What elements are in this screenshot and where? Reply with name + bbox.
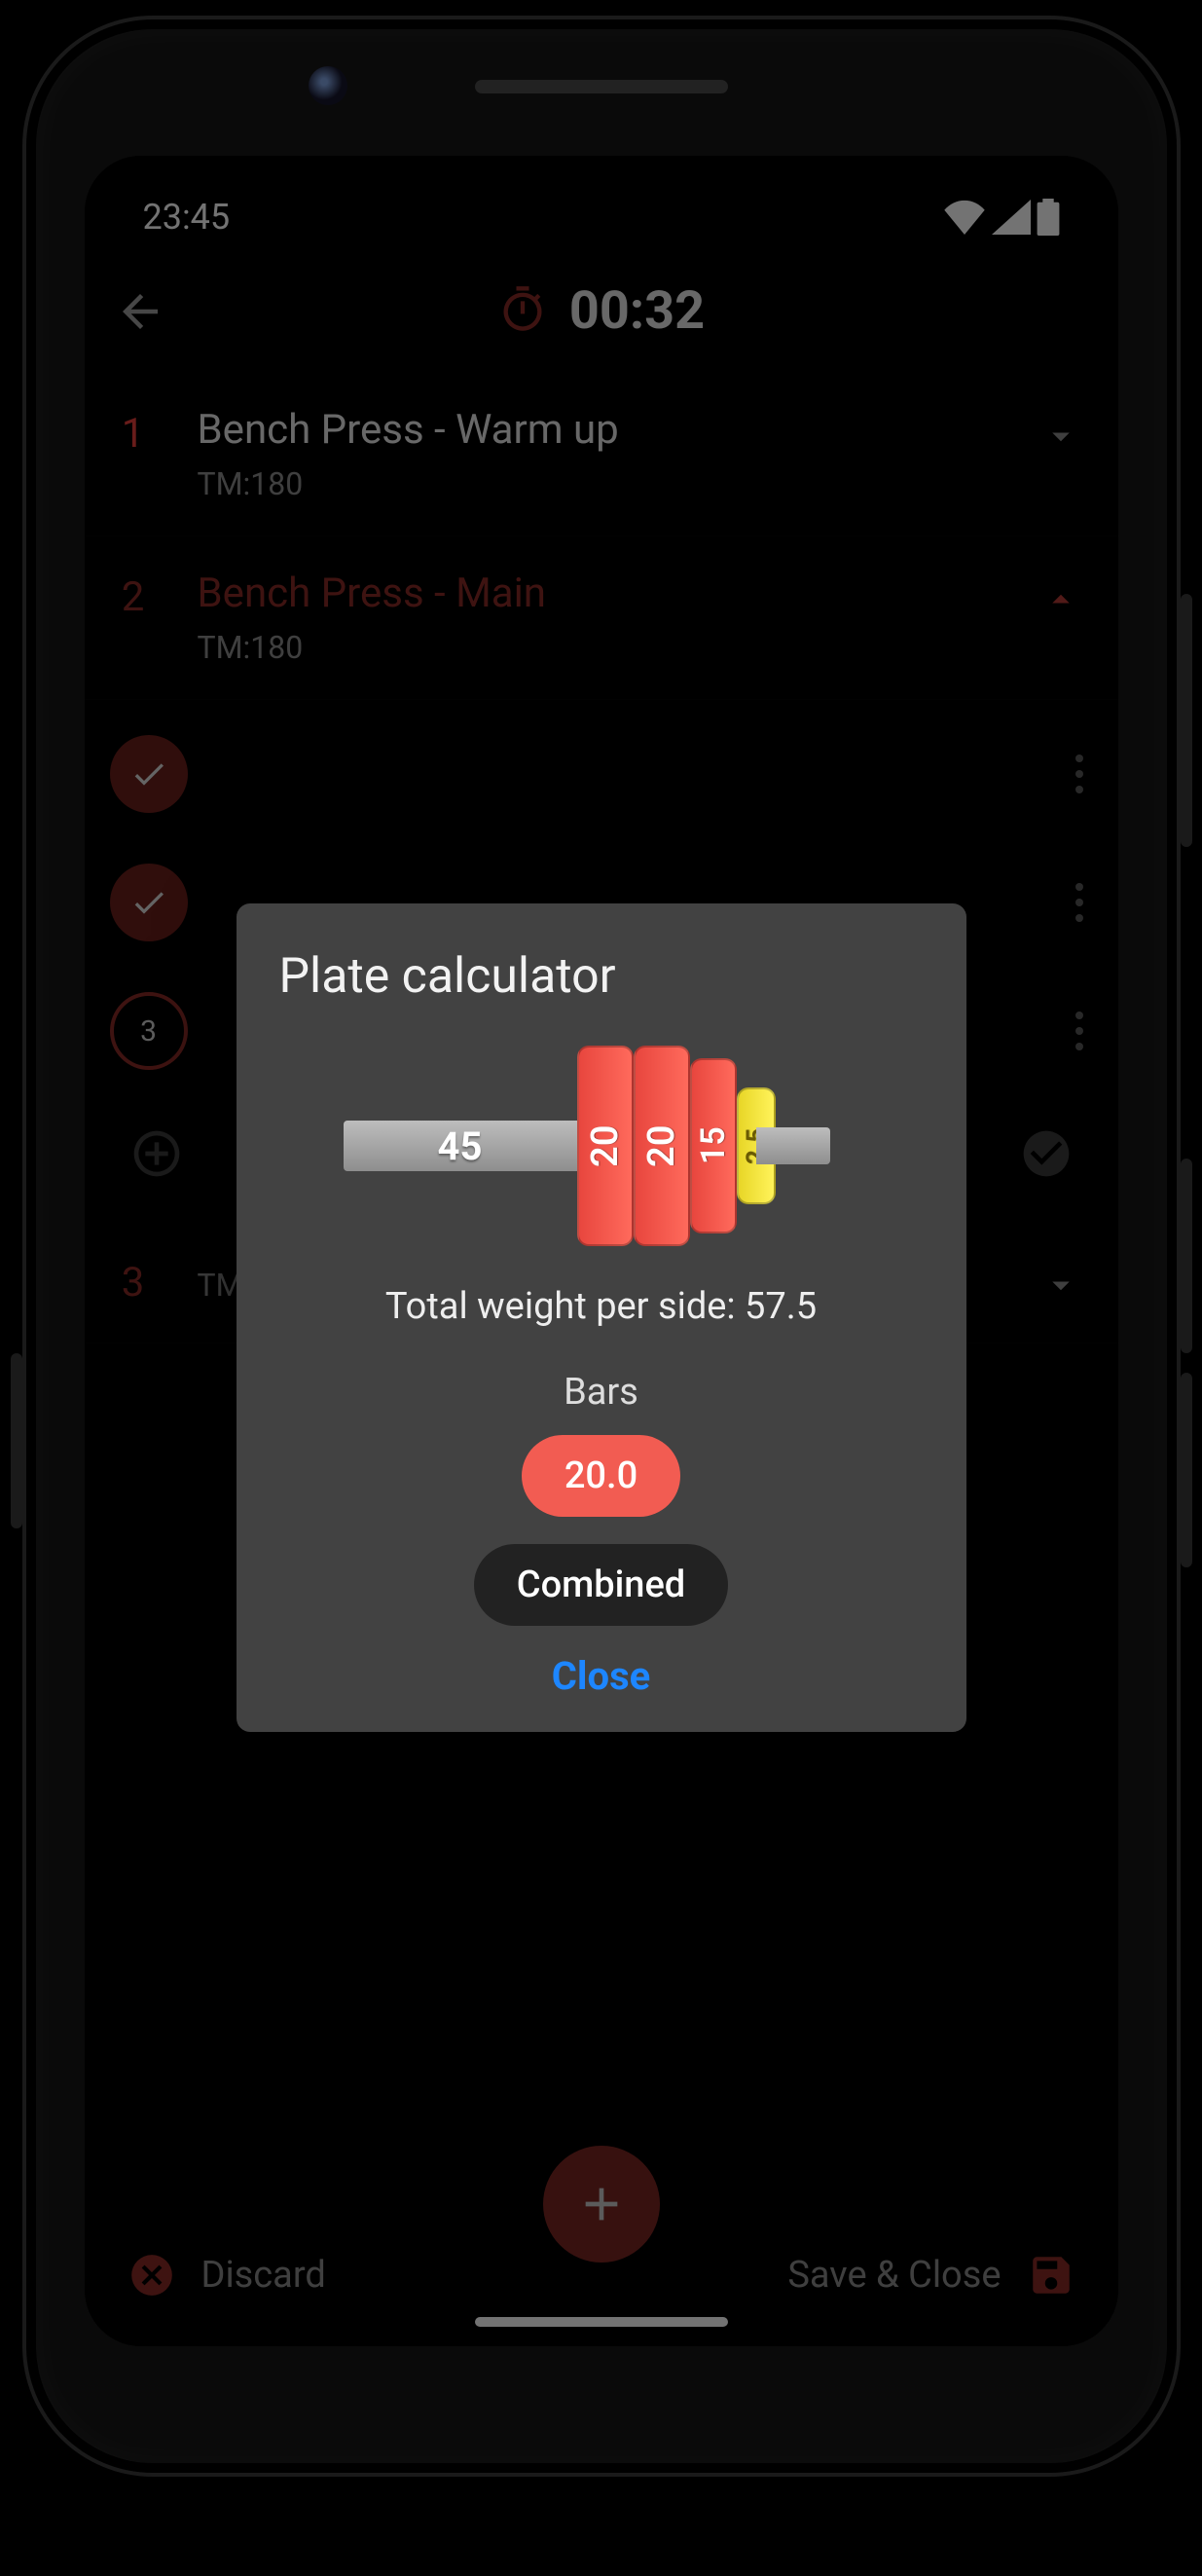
- chevron-up-icon[interactable]: [1040, 570, 1081, 624]
- plus-icon: [574, 2177, 629, 2231]
- close-button[interactable]: Close: [279, 1653, 924, 1699]
- plate-stack: 20 20 15 2.5: [577, 1034, 776, 1258]
- status-time: 23:45: [143, 197, 231, 238]
- discard-label: Discard: [201, 2254, 326, 2297]
- exercise-number: 3: [106, 1255, 161, 1306]
- set-pending-badge[interactable]: 3: [110, 992, 188, 1070]
- chevron-down-icon[interactable]: [1040, 406, 1081, 460]
- bar-weight-label: 45: [438, 1123, 483, 1169]
- timer-value: 00:32: [569, 280, 705, 342]
- exercise-row[interactable]: 2 Bench Press - Main TM:180: [85, 536, 1118, 700]
- exercise-title: Bench Press - Warm up: [198, 406, 1003, 454]
- wifi-icon: [943, 200, 986, 235]
- save-close-button[interactable]: Save & Close: [787, 2251, 1075, 2300]
- barbell-graphic: 45 20 20 15 2.5: [279, 1034, 924, 1258]
- status-icons: [943, 199, 1060, 236]
- bar-weight-chip[interactable]: 20.0: [522, 1435, 680, 1517]
- save-icon: [1027, 2251, 1075, 2300]
- discard-button[interactable]: Discard: [127, 2251, 326, 2300]
- set-number: 3: [140, 1014, 157, 1049]
- screen: 23:45 00:32 1: [85, 156, 1118, 2346]
- exercise-subtitle: TM:180: [198, 465, 1003, 502]
- close-circle-icon: [127, 2251, 176, 2300]
- save-label: Save & Close: [787, 2254, 1001, 2297]
- more-icon[interactable]: [1058, 754, 1101, 793]
- combined-chip[interactable]: Combined: [474, 1544, 728, 1626]
- check-icon: [129, 754, 168, 793]
- hw-button: [1181, 1373, 1192, 1567]
- set-done-badge[interactable]: [110, 864, 188, 941]
- exercise-row[interactable]: 1 Bench Press - Warm up TM:180: [85, 373, 1118, 536]
- dialog-title: Plate calculator: [279, 948, 924, 1005]
- hw-button: [1181, 1159, 1192, 1353]
- set-row[interactable]: [102, 710, 1101, 838]
- back-button[interactable]: [114, 285, 166, 338]
- total-weight-label: Total weight per side: 57.5: [279, 1285, 924, 1328]
- plate: 20: [577, 1046, 634, 1246]
- check-icon: [129, 883, 168, 922]
- plate: 20: [634, 1046, 690, 1246]
- exercise-number: 1: [106, 406, 161, 458]
- battery-icon: [1037, 199, 1060, 236]
- bottom-bar: Discard Save & Close: [85, 2218, 1118, 2346]
- phone-speaker: [475, 80, 728, 93]
- hw-button: [11, 1353, 22, 1528]
- signal-icon: [992, 200, 1031, 235]
- bars-section-label: Bars: [279, 1371, 924, 1414]
- bar-sleeve: [756, 1127, 830, 1164]
- chevron-down-icon[interactable]: [1040, 1255, 1081, 1309]
- bar-shaft: 45: [344, 1121, 577, 1171]
- status-bar: 23:45: [85, 156, 1118, 257]
- check-circle-icon[interactable]: [1019, 1126, 1074, 1181]
- plus-circle-icon: [129, 1126, 184, 1181]
- plate: 15: [690, 1058, 737, 1233]
- more-icon[interactable]: [1058, 1012, 1101, 1050]
- exercise-subtitle: TM:180: [198, 629, 1003, 666]
- set-done-badge[interactable]: [110, 735, 188, 813]
- nav-handle[interactable]: [475, 2317, 728, 2327]
- exercise-title: Bench Press - Main: [198, 570, 1003, 617]
- phone-frame: 23:45 00:32 1: [36, 29, 1167, 2463]
- stopwatch-icon: [497, 284, 548, 339]
- hw-button: [1181, 594, 1192, 847]
- phone-camera: [309, 66, 347, 105]
- exercise-number: 2: [106, 570, 161, 621]
- fab-add-button[interactable]: [543, 2146, 660, 2263]
- timer[interactable]: 00:32: [194, 280, 1009, 342]
- app-bar: 00:32: [85, 257, 1118, 365]
- plate-calculator-dialog: Plate calculator 45 20 20 15 2.5 Total w…: [237, 903, 966, 1732]
- more-icon[interactable]: [1058, 883, 1101, 922]
